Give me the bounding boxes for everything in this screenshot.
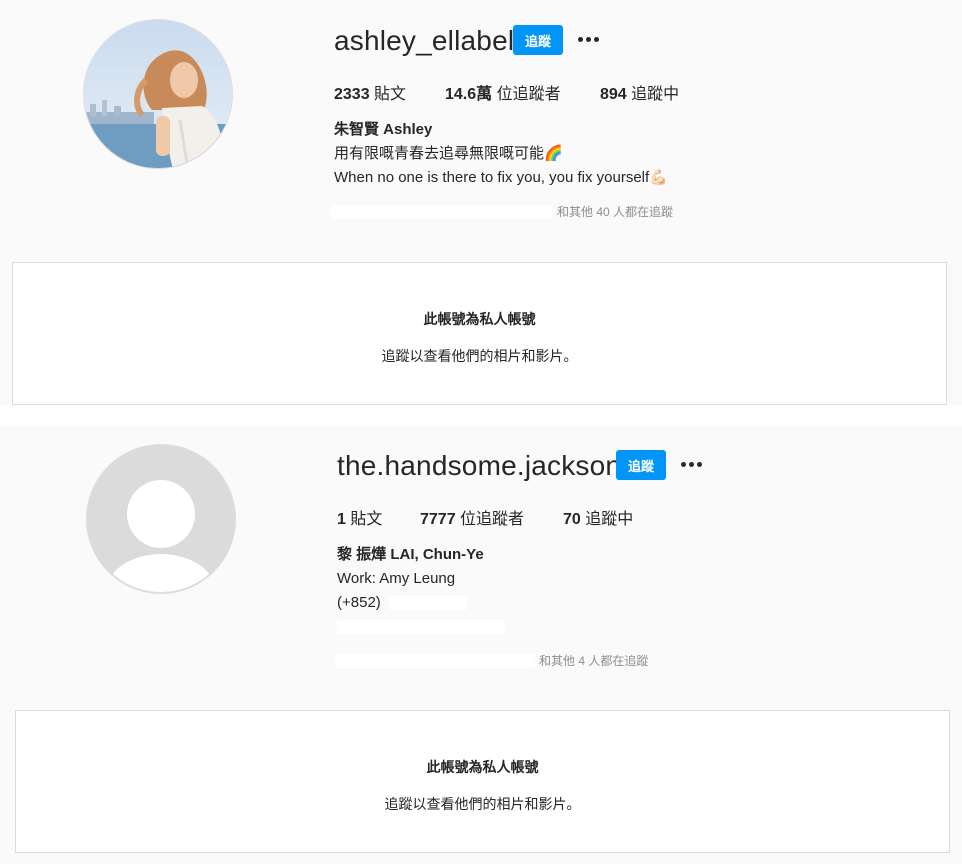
profile-stats: 1 貼文 7777 位追蹤者 70 追蹤中 xyxy=(337,505,633,529)
stat-posts: 2333 貼文 xyxy=(334,80,445,104)
followers-count: 14.6萬 xyxy=(445,86,493,103)
default-avatar-icon[interactable] xyxy=(86,444,236,594)
profile-stats: 2333 貼文 14.6萬 位追蹤者 894 追蹤中 xyxy=(334,80,679,104)
default-avatar-graphic xyxy=(88,446,234,592)
private-account-title: 此帳號為私人帳號 xyxy=(426,759,539,775)
posts-label: 貼文 xyxy=(369,86,407,103)
stat-followers[interactable]: 7777 位追蹤者 xyxy=(420,505,563,529)
following-label: 追蹤中 xyxy=(580,511,634,528)
profile-username: ashley_ellabel xyxy=(334,25,515,56)
private-account-notice: 此帳號為私人帳號 追蹤以查看他們的相片和影片。 xyxy=(12,262,947,405)
stat-followers[interactable]: 14.6萬 位追蹤者 xyxy=(445,80,600,104)
avatar-photo xyxy=(84,20,232,168)
profile-bio: 黎 振燁 LAI, Chun-Ye Work: Amy Leung (+852) xyxy=(337,543,505,635)
stat-following[interactable]: 70 追蹤中 xyxy=(563,505,633,529)
profile-full-name: 朱智賢 Ashley xyxy=(334,121,433,138)
followed-by-text: 和其他 4 人都在追蹤 xyxy=(539,654,649,668)
posts-label: 貼文 xyxy=(345,511,383,528)
profile-header-jackson: the.handsome.jackson 追蹤 1 貼文 7777 位追蹤者 7… xyxy=(0,425,962,710)
followed-by[interactable]: 和其他 40 人都在追蹤 xyxy=(330,203,673,220)
posts-count: 1 xyxy=(337,511,346,528)
bio-line: When no one is there to fix you, you fix… xyxy=(334,169,668,186)
redacted-block xyxy=(335,653,535,668)
following-count: 70 xyxy=(563,511,581,528)
redacted-email xyxy=(337,620,505,635)
profile-avatar[interactable] xyxy=(83,19,233,169)
profile-bio: 朱智賢 Ashley 用有限嘅青春去追尋無限嘅可能🌈 When no one i… xyxy=(334,118,668,190)
stat-posts: 1 貼文 xyxy=(337,505,420,529)
followers-label: 位追蹤者 xyxy=(492,86,561,103)
followed-by[interactable]: 和其他 4 人都在追蹤 xyxy=(335,652,648,669)
phone-prefix: (+852) xyxy=(337,594,381,611)
followed-by-text: 和其他 40 人都在追蹤 xyxy=(557,205,674,219)
following-label: 追蹤中 xyxy=(626,86,680,103)
profile-full-name: 黎 振燁 LAI, Chun-Ye xyxy=(337,546,484,563)
following-count: 894 xyxy=(600,86,627,103)
follow-button[interactable]: 追蹤 xyxy=(616,450,666,480)
private-account-subtitle: 追蹤以查看他們的相片和影片。 xyxy=(381,348,578,364)
bio-email-line xyxy=(337,615,505,635)
redacted-phone xyxy=(388,596,467,611)
profile-username: the.handsome.jackson xyxy=(337,450,622,481)
private-account-subtitle: 追蹤以查看他們的相片和影片。 xyxy=(384,796,581,812)
profile-header-ashley: ashley_ellabel 追蹤 2333 貼文 14.6萬 位追蹤者 894… xyxy=(0,0,962,262)
follow-button[interactable]: 追蹤 xyxy=(513,25,563,55)
redacted-block xyxy=(330,204,552,219)
private-account-notice: 此帳號為私人帳號 追蹤以查看他們的相片和影片。 xyxy=(15,710,950,853)
more-options-icon[interactable] xyxy=(681,449,702,479)
more-options-icon[interactable] xyxy=(578,24,599,54)
followers-label: 位追蹤者 xyxy=(455,511,525,528)
private-account-title: 此帳號為私人帳號 xyxy=(423,311,536,327)
followers-count: 7777 xyxy=(420,511,456,528)
bio-line: 用有限嘅青春去追尋無限嘅可能🌈 xyxy=(334,145,563,162)
section-divider xyxy=(0,405,962,425)
bio-line: Work: Amy Leung xyxy=(337,570,456,587)
bio-phone-line: (+852) xyxy=(337,591,505,615)
posts-count: 2333 xyxy=(334,86,370,103)
stat-following[interactable]: 894 追蹤中 xyxy=(600,80,679,104)
